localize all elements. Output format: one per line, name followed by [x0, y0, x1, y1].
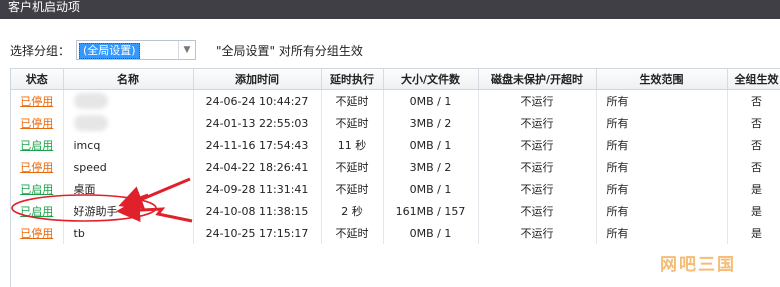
- item-name: 桌面: [73, 183, 96, 196]
- scope-cell: 所有: [596, 222, 728, 244]
- added-time-cell: 24-10-08 11:38:15: [193, 200, 322, 222]
- name-cell: 桌面: [63, 178, 194, 200]
- column-header-status[interactable]: 状态: [11, 69, 64, 90]
- all-groups-cell: 否: [727, 89, 780, 112]
- chevron-down-icon[interactable]: ▼: [178, 41, 195, 59]
- name-cell: imcq: [63, 134, 194, 156]
- size-cell: 0MB / 1: [383, 222, 479, 244]
- table-row[interactable]: 已启用 好游助手 24-10-08 11:38:15 2 秒 161MB / 157 不运…: [11, 200, 780, 222]
- item-name: tb: [73, 226, 85, 240]
- item-name: 好游助手: [73, 205, 118, 218]
- disk-timeout-cell: 不运行: [478, 178, 597, 200]
- delay-cell: 不延时: [321, 178, 384, 200]
- added-time-cell: 24-06-24 10:44:27: [193, 89, 322, 112]
- column-header-name[interactable]: 名称: [63, 69, 194, 90]
- name-cell: [63, 89, 194, 112]
- status-toggle-link[interactable]: 已启用: [20, 205, 53, 218]
- name-cell: 好游助手: [63, 200, 194, 222]
- added-time-cell: 24-09-28 11:31:41: [193, 178, 322, 200]
- all-groups-cell: 是: [727, 178, 780, 200]
- added-time-cell: 24-04-22 18:26:41: [193, 156, 322, 178]
- status-cell: 已停用: [11, 156, 64, 178]
- column-header-disk[interactable]: 磁盘未保护/开超时: [478, 69, 597, 90]
- redacted-name: [73, 115, 108, 131]
- added-time-cell: 24-10-25 17:15:17: [193, 222, 322, 244]
- size-cell: 0MB / 1: [383, 178, 479, 200]
- redacted-name: [73, 93, 108, 109]
- scope-cell: 所有: [596, 200, 728, 222]
- disk-timeout-cell: 不运行: [478, 222, 597, 244]
- size-cell: 3MB / 2: [383, 112, 479, 134]
- delay-cell: 不延时: [321, 112, 384, 134]
- column-header-delay[interactable]: 延时执行: [321, 69, 384, 90]
- all-groups-cell: 否: [727, 112, 780, 134]
- delay-cell: 不延时: [321, 222, 384, 244]
- disk-timeout-cell: 不运行: [478, 156, 597, 178]
- status-cell: 已停用: [11, 222, 64, 244]
- table-row[interactable]: 已停用 speed 24-04-22 18:26:41 不延时 3MB / 2 不运行 所有…: [11, 156, 780, 178]
- name-cell: tb: [63, 222, 194, 244]
- status-cell: 已启用: [11, 200, 64, 222]
- delay-cell: 不延时: [321, 156, 384, 178]
- status-toggle-link[interactable]: 已启用: [20, 183, 53, 196]
- delay-cell: 11 秒: [321, 134, 384, 156]
- all-groups-cell: 否: [727, 134, 780, 156]
- window-title: 客户机启动项: [0, 0, 780, 19]
- disk-timeout-cell: 不运行: [478, 200, 597, 222]
- name-cell: speed: [63, 156, 194, 178]
- all-groups-cell: 是: [727, 222, 780, 244]
- table-header-row: 状态 名称 添加时间 延时执行 大小/文件数 磁盘未保护/开超时 生效范围 全组…: [11, 69, 780, 90]
- status-toggle-link[interactable]: 已停用: [20, 117, 53, 130]
- scope-cell: 所有: [596, 89, 728, 112]
- group-select-value: (全局设置): [79, 43, 140, 59]
- status-cell: 已停用: [11, 112, 64, 134]
- item-name: imcq: [73, 138, 101, 152]
- scope-cell: 所有: [596, 178, 728, 200]
- group-label: 选择分组：: [10, 43, 71, 58]
- status-cell: 已启用: [11, 178, 64, 200]
- table-row[interactable]: 已停用 tb 24-10-25 17:15:17 不延时 0MB / 1 不运行 所有是: [11, 222, 780, 244]
- all-groups-cell: 是: [727, 200, 780, 222]
- delay-cell: 不延时: [321, 89, 384, 112]
- column-header-all-groups[interactable]: 全组生效: [727, 69, 780, 90]
- table-row[interactable]: 已启用 imcq 24-11-16 17:54:43 11 秒 0MB / 1 不运行 所有…: [11, 134, 780, 156]
- table-row[interactable]: 已停用 24-01-13 22:55:03 不延时 3MB / 2 不运行 所有否: [11, 112, 780, 134]
- column-header-size[interactable]: 大小/文件数: [383, 69, 479, 90]
- group-selector-row: 选择分组： (全局设置) ▼ "全局设置" 对所有分组生效: [10, 39, 363, 61]
- group-select[interactable]: (全局设置) ▼: [76, 40, 197, 60]
- size-cell: 0MB / 1: [383, 134, 479, 156]
- table-row[interactable]: 已停用 24-06-24 10:44:27 不延时 0MB / 1 不运行 所有否: [11, 89, 780, 112]
- scope-cell: 所有: [596, 112, 728, 134]
- watermark-logo: 网吧三国: [660, 255, 736, 275]
- size-cell: 3MB / 2: [383, 156, 479, 178]
- column-header-scope[interactable]: 生效范围: [596, 69, 728, 90]
- disk-timeout-cell: 不运行: [478, 134, 597, 156]
- status-toggle-link[interactable]: 已停用: [20, 161, 53, 174]
- disk-timeout-cell: 不运行: [478, 89, 597, 112]
- column-header-added-time[interactable]: 添加时间: [193, 69, 322, 90]
- status-toggle-link[interactable]: 已停用: [20, 227, 53, 240]
- status-toggle-link[interactable]: 已停用: [20, 95, 53, 108]
- delay-cell: 2 秒: [321, 200, 384, 222]
- status-toggle-link[interactable]: 已启用: [20, 139, 53, 152]
- group-note: "全局设置" 对所有分组生效: [216, 43, 363, 58]
- item-name: speed: [73, 160, 107, 174]
- size-cell: 0MB / 1: [383, 89, 479, 112]
- added-time-cell: 24-11-16 17:54:43: [193, 134, 322, 156]
- all-groups-cell: 否: [727, 156, 780, 178]
- table-row[interactable]: 已启用 桌面 24-09-28 11:31:41 不延时 0MB / 1 不运行 所有是: [11, 178, 780, 200]
- status-cell: 已启用: [11, 134, 64, 156]
- status-cell: 已停用: [11, 89, 64, 112]
- scope-cell: 所有: [596, 134, 728, 156]
- size-cell: 161MB / 157: [383, 200, 479, 222]
- disk-timeout-cell: 不运行: [478, 112, 597, 134]
- name-cell: [63, 112, 194, 134]
- scope-cell: 所有: [596, 156, 728, 178]
- added-time-cell: 24-01-13 22:55:03: [193, 112, 322, 134]
